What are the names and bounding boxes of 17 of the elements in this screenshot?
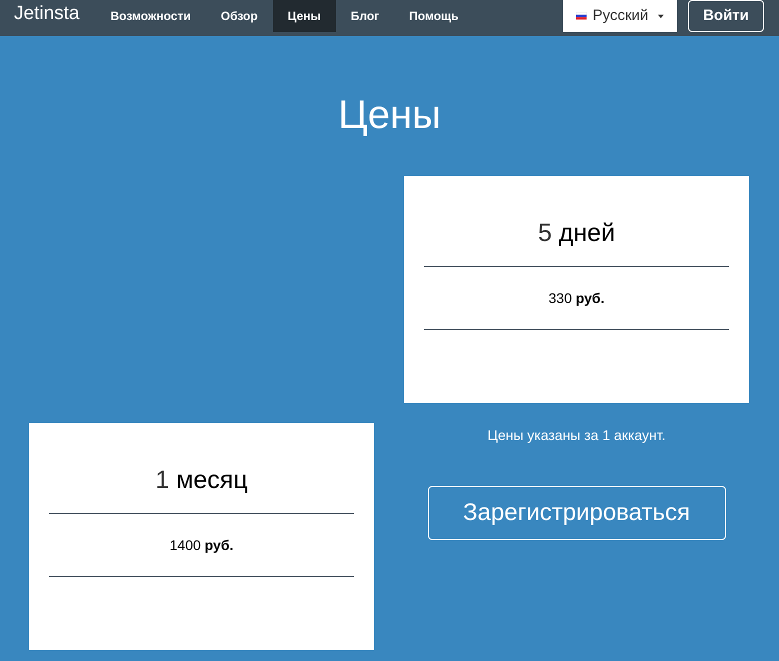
- plan-price: 330 руб.: [548, 289, 604, 308]
- nav-link[interactable]: Блог: [336, 0, 394, 32]
- brand-logo[interactable]: Jetinsta: [14, 0, 80, 36]
- price-note: Цены указаны за 1 аккаунт.: [486, 426, 666, 445]
- login-button[interactable]: Войти: [688, 0, 764, 32]
- plan-duration: 1 месяц: [155, 465, 248, 496]
- nav-link[interactable]: Возможности: [95, 0, 206, 32]
- nav-link[interactable]: Обзор: [206, 0, 273, 32]
- plan-duration: 5 дней: [538, 218, 616, 249]
- plan-price: 1400 руб.: [170, 536, 234, 555]
- nav-link[interactable]: Помощь: [394, 0, 474, 32]
- register-button[interactable]: Зарегистрироваться: [428, 486, 726, 540]
- flag-icon: [576, 11, 587, 21]
- language-dropdown[interactable]: Русский: [563, 0, 677, 32]
- caret-icon: [658, 14, 664, 18]
- nav-link[interactable]: Цены: [272, 0, 336, 32]
- page-heading: Цены: [337, 92, 442, 139]
